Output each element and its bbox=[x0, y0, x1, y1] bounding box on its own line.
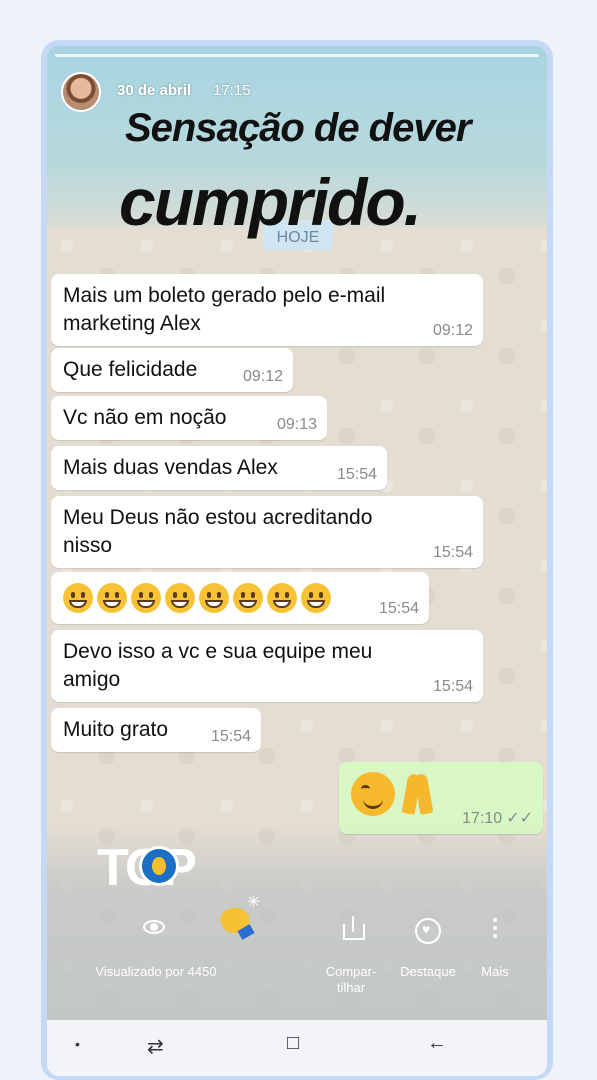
message-text: Meu Deus não estou acreditando bbox=[63, 506, 373, 529]
message-time: 15:54 bbox=[378, 600, 419, 617]
avatar[interactable] bbox=[61, 72, 101, 112]
message-bubble: Que felicidade 09:12 bbox=[51, 348, 293, 392]
back-button-icon[interactable]: ← bbox=[427, 1032, 447, 1055]
message-time: 15:54 bbox=[432, 544, 473, 561]
grinning-face-icon bbox=[63, 583, 93, 613]
recent-apps-icon[interactable]: ⇄ bbox=[147, 1034, 164, 1059]
message-text: Vc não em noção bbox=[63, 406, 227, 429]
message-time: 15:54 bbox=[210, 728, 251, 745]
phone-frame: 30 de abril 17:15 HOJE Sensação de dever… bbox=[41, 40, 553, 1080]
more-icon[interactable] bbox=[493, 918, 497, 938]
share-icon[interactable] bbox=[343, 916, 365, 940]
grinning-face-icon bbox=[97, 583, 127, 613]
message-time: 09:12 bbox=[432, 322, 473, 339]
top-logo: TOP bbox=[97, 838, 217, 897]
emoji-row bbox=[63, 583, 335, 621]
read-receipt-icon: ✓✓ bbox=[506, 810, 533, 827]
message-text: Que felicidade bbox=[63, 358, 198, 381]
sparkle-icon: ✳ bbox=[247, 894, 261, 911]
message-time: 09:12 bbox=[242, 368, 283, 385]
outgoing-message-bubble: 17:10 ✓✓ bbox=[339, 762, 543, 834]
smiling-face-icon bbox=[351, 772, 395, 816]
story-date: 30 de abril bbox=[117, 82, 192, 99]
grinning-face-icon bbox=[131, 583, 161, 613]
grinning-face-icon bbox=[233, 583, 263, 613]
story-progress-bar bbox=[55, 54, 539, 57]
message-bubble: Vc não em noção 09:13 bbox=[51, 396, 327, 440]
message-bubble: Mais duas vendas Alex 15:54 bbox=[51, 446, 387, 490]
more-button[interactable]: Mais bbox=[475, 964, 515, 979]
message-text: marketing Alex bbox=[63, 312, 201, 335]
caption-line-1: Sensação de dever bbox=[125, 106, 471, 150]
message-text: Mais um boleto gerado pelo e-mail bbox=[63, 284, 386, 307]
caption-line-2: cumprido. bbox=[119, 165, 422, 239]
message-text: nisso bbox=[63, 534, 113, 557]
message-bubble: Muito grato 15:54 bbox=[51, 708, 261, 752]
nav-dot-icon[interactable]: • bbox=[75, 1036, 80, 1052]
message-bubble: 15:54 bbox=[51, 572, 429, 624]
folded-hands-icon bbox=[401, 770, 434, 815]
story-time: 17:15 bbox=[213, 82, 251, 99]
highlight-button[interactable]: Destaque bbox=[391, 964, 465, 979]
message-time: 17:10 bbox=[462, 810, 503, 827]
system-navigation-bar: • ⇄ □ ← bbox=[47, 1020, 547, 1076]
message-text: Muito grato bbox=[63, 718, 169, 741]
message-bubble: Mais um boleto gerado pelo e-mail market… bbox=[51, 274, 483, 346]
message-text: Devo isso a vc e sua equipe meu bbox=[63, 640, 373, 663]
highlight-icon[interactable] bbox=[415, 918, 441, 944]
viewed-count-label[interactable]: Visualizado por 4450 bbox=[81, 964, 231, 979]
share-label-2: tilhar bbox=[336, 980, 366, 995]
message-bubble: Devo isso a vc e sua equipe meu amigo 15… bbox=[51, 630, 483, 702]
story-screen: 30 de abril 17:15 HOJE Sensação de dever… bbox=[47, 46, 547, 1076]
share-button[interactable]: Compar- tilhar bbox=[319, 964, 383, 996]
home-button-icon[interactable]: □ bbox=[287, 1032, 299, 1055]
message-time: 09:13 bbox=[276, 416, 317, 433]
grinning-face-icon bbox=[199, 583, 229, 613]
message-bubble: Meu Deus não estou acreditando nisso 15:… bbox=[51, 496, 483, 568]
message-text: Mais duas vendas Alex bbox=[63, 456, 278, 479]
eye-icon[interactable] bbox=[143, 914, 169, 940]
message-text: amigo bbox=[63, 668, 121, 691]
message-time: 15:54 bbox=[336, 466, 377, 483]
logo-badge-icon bbox=[139, 846, 179, 886]
grinning-face-icon bbox=[301, 583, 331, 613]
grinning-face-icon bbox=[267, 583, 297, 613]
share-label-1: Compar- bbox=[325, 964, 377, 979]
message-time: 15:54 bbox=[432, 678, 473, 695]
grinning-face-icon bbox=[165, 583, 195, 613]
